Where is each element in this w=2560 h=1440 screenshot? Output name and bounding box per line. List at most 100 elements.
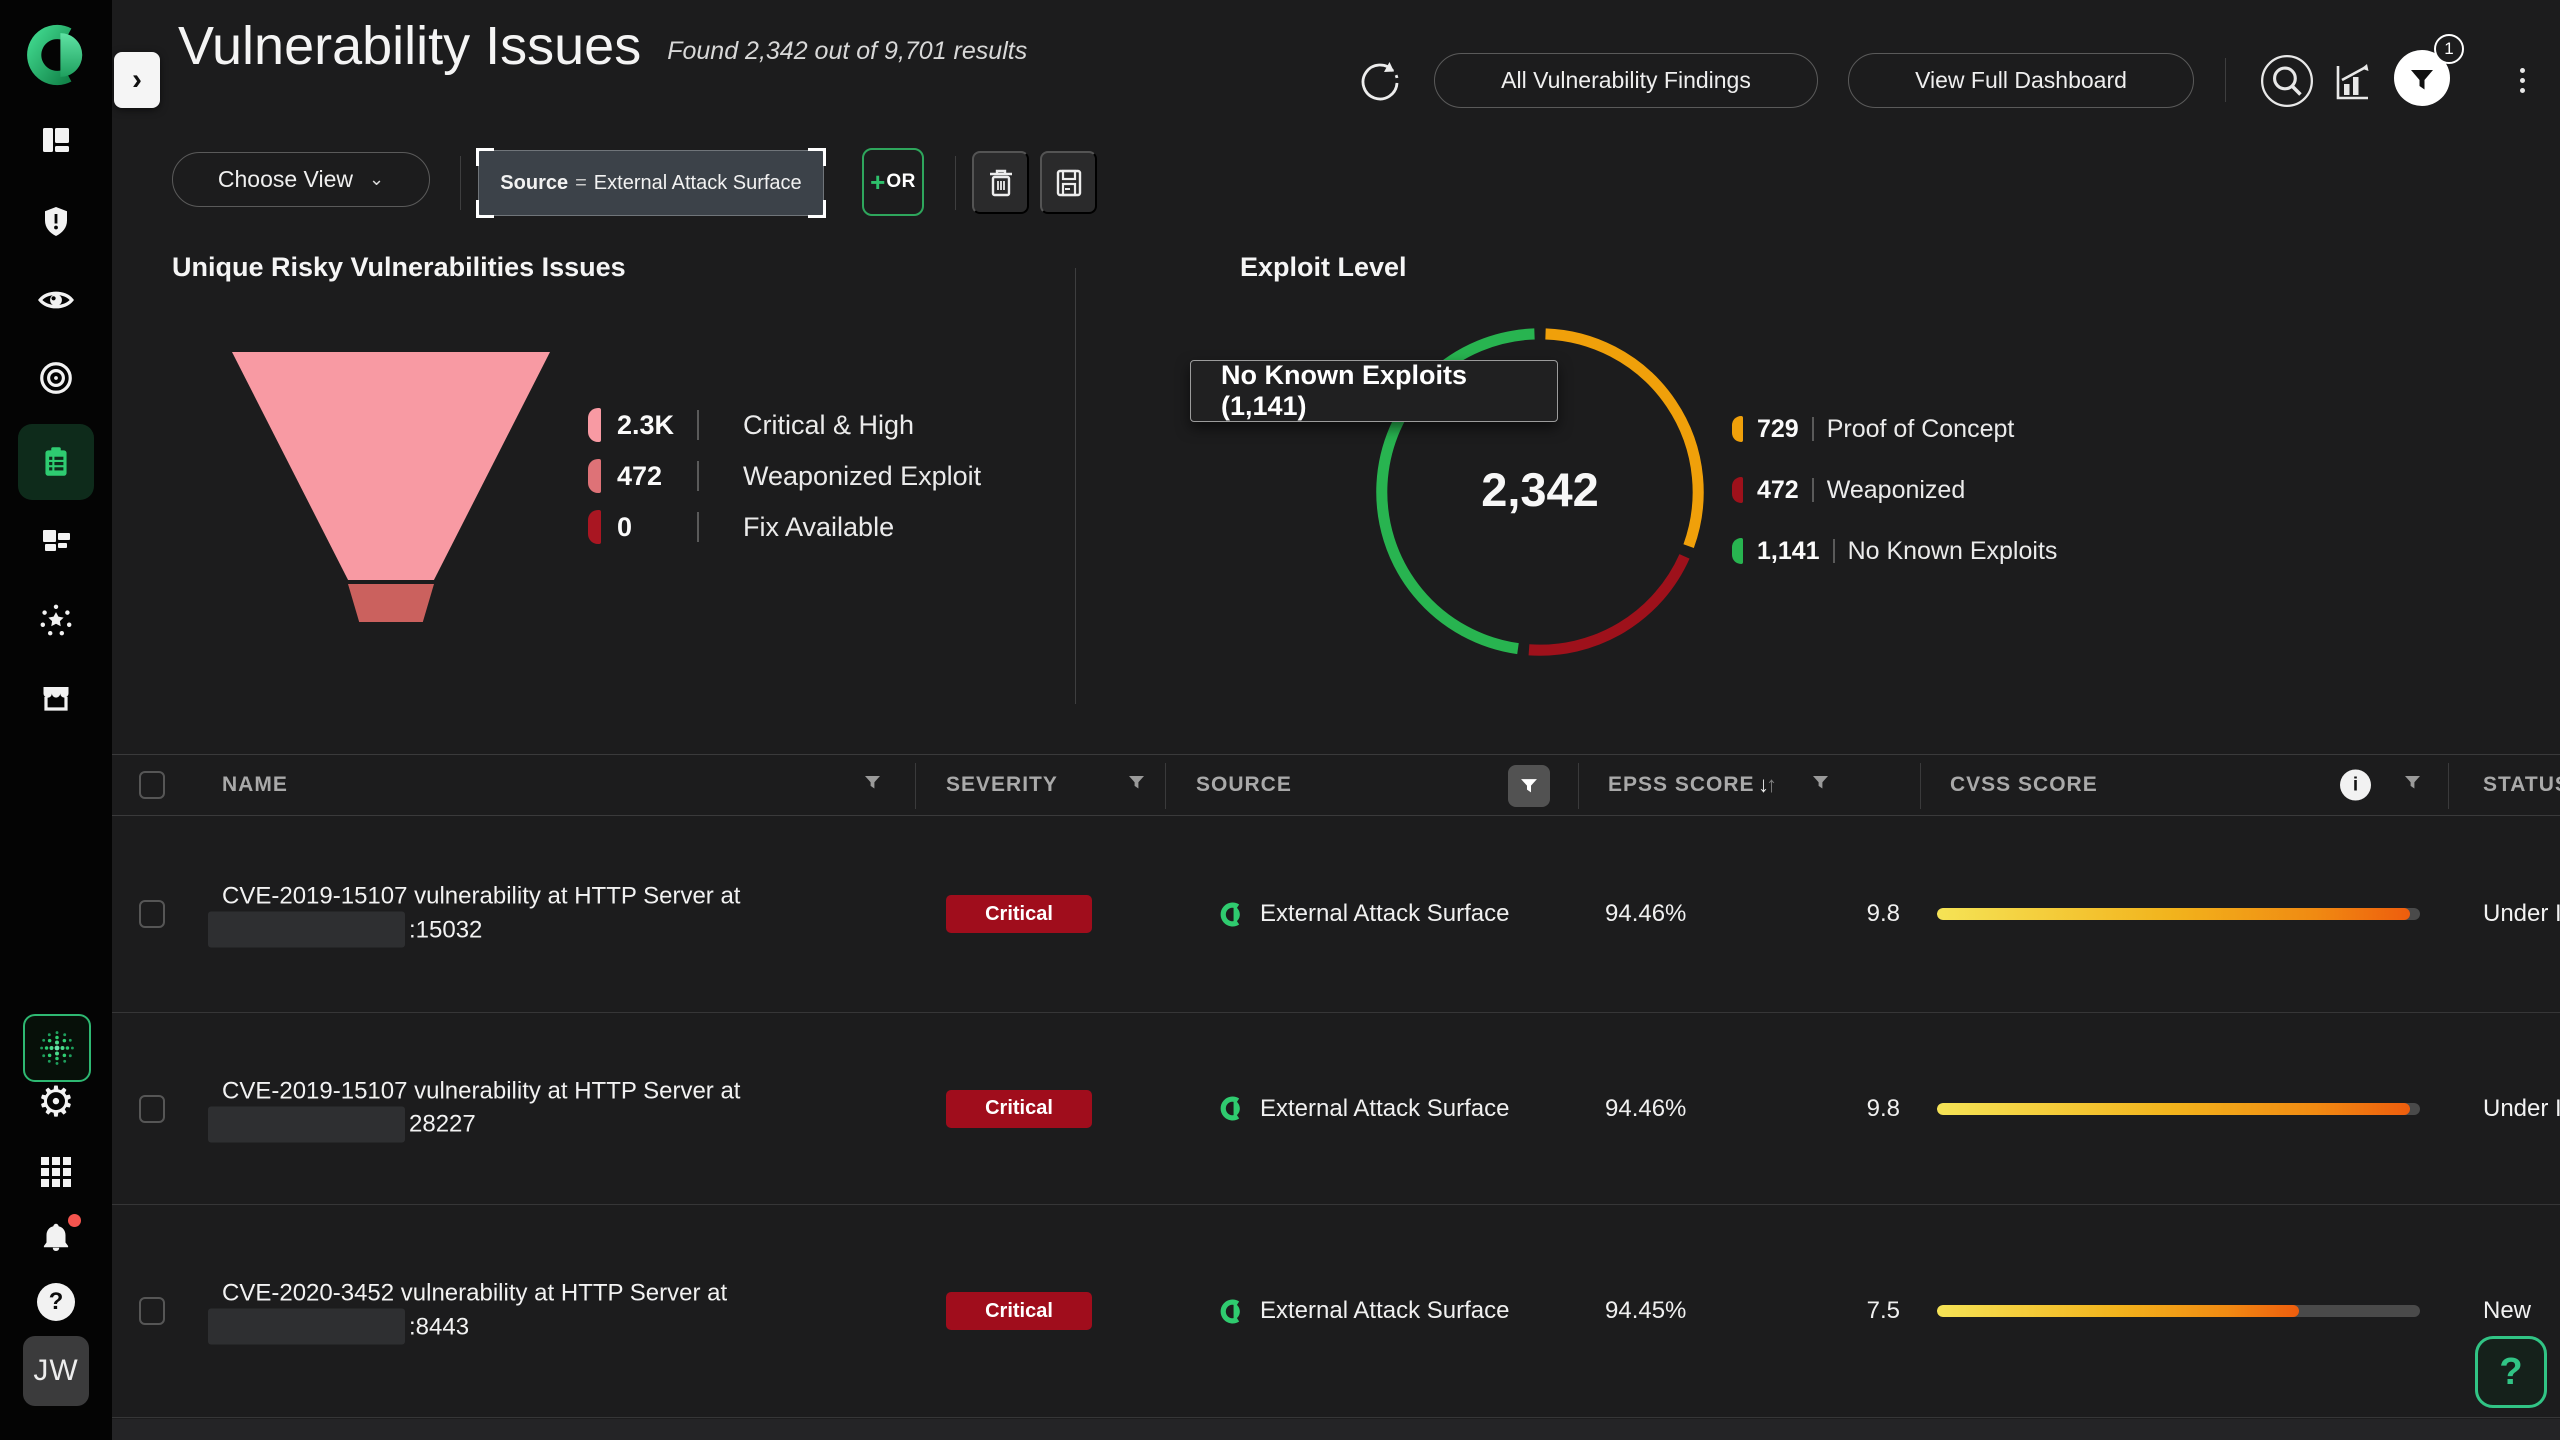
select-all-checkbox[interactable] bbox=[139, 771, 165, 799]
eye-icon[interactable] bbox=[0, 270, 112, 330]
help-icon[interactable]: ? bbox=[0, 1272, 112, 1332]
save-floppy-icon bbox=[1051, 165, 1087, 201]
help-floating-button[interactable]: ? bbox=[2475, 1336, 2547, 1408]
all-vulnerability-findings-button[interactable]: All Vulnerability Findings bbox=[1434, 53, 1818, 108]
legend-marker bbox=[588, 408, 601, 442]
shield-alert-icon[interactable] bbox=[0, 192, 112, 252]
cvss-score-bar bbox=[1937, 908, 2420, 920]
vulnerability-name[interactable]: CVE-2019-15107 vulnerability at HTTP Ser… bbox=[222, 1075, 740, 1142]
save-view-button[interactable] bbox=[1040, 151, 1097, 214]
filter-divider bbox=[460, 156, 461, 210]
chip-operator: = bbox=[575, 172, 587, 195]
column-header-name[interactable]: NAME bbox=[222, 773, 288, 797]
column-header-cvss[interactable]: CVSS SCORE bbox=[1950, 773, 2098, 797]
name-filter-icon[interactable] bbox=[864, 775, 881, 795]
layout-icon[interactable] bbox=[0, 110, 112, 170]
table-header: NAME SEVERITY SOURCE EPSS SCORE ↓↑ CVSS … bbox=[112, 754, 2560, 816]
view-full-dashboard-button[interactable]: View Full Dashboard bbox=[1848, 53, 2194, 108]
sidebar-item-vulnerabilities-active[interactable] bbox=[18, 424, 94, 500]
target-icon[interactable] bbox=[0, 348, 112, 408]
cvss-filter-icon[interactable] bbox=[2404, 775, 2421, 795]
source-cell: External Attack Surface bbox=[1218, 1297, 1509, 1325]
expand-panel-button[interactable]: › bbox=[114, 52, 160, 108]
funnel-segment-weaponized[interactable] bbox=[348, 584, 434, 622]
funnel-segment-critical-high[interactable] bbox=[232, 352, 550, 580]
header-divider bbox=[2225, 58, 2226, 102]
severity-filter-icon[interactable] bbox=[1128, 775, 1145, 795]
cvss-score: 9.8 bbox=[1812, 1095, 1900, 1123]
sidebar: ⚙ ? JW bbox=[0, 0, 112, 1440]
epss-score: 94.45% bbox=[1605, 1297, 1686, 1325]
redacted-host bbox=[208, 1309, 405, 1345]
chart-view-button[interactable] bbox=[2330, 60, 2374, 104]
notification-dot bbox=[68, 1214, 81, 1227]
legend-marker bbox=[588, 459, 601, 493]
vulnerability-name[interactable]: CVE-2020-3452 vulnerability at HTTP Serv… bbox=[222, 1278, 727, 1345]
sort-icon[interactable]: ↓↑ bbox=[1758, 772, 1774, 798]
column-header-source[interactable]: SOURCE bbox=[1196, 773, 1292, 797]
row-checkbox[interactable] bbox=[139, 900, 165, 928]
add-or-condition-button[interactable]: + OR bbox=[862, 148, 924, 216]
legend-marker bbox=[1732, 416, 1743, 442]
column-header-severity[interactable]: SEVERITY bbox=[946, 773, 1058, 797]
table-row[interactable]: CVE-2019-15107 vulnerability at HTTP Ser… bbox=[112, 1013, 2560, 1205]
legend-marker bbox=[588, 510, 601, 544]
cvss-score-bar bbox=[1937, 1103, 2420, 1115]
chevron-down-icon: ⌄ bbox=[369, 169, 384, 190]
legend-item[interactable]: 472 Weaponized Exploit bbox=[588, 459, 981, 493]
legend-item[interactable]: 0 Fix Available bbox=[588, 510, 981, 544]
source-filter-active-icon[interactable] bbox=[1508, 765, 1550, 807]
vulnerability-name[interactable]: CVE-2019-15107 vulnerability at HTTP Ser… bbox=[222, 881, 740, 948]
row-checkbox[interactable] bbox=[139, 1095, 165, 1123]
search-button[interactable] bbox=[2258, 52, 2316, 110]
page-header: Vulnerability Issues Found 2,342 out of … bbox=[178, 14, 1027, 79]
notification-bell-icon[interactable] bbox=[0, 1208, 112, 1268]
row-checkbox[interactable] bbox=[139, 1297, 165, 1325]
legend-item[interactable]: 472 Weaponized bbox=[1732, 475, 2057, 505]
column-header-epss[interactable]: EPSS SCORE bbox=[1608, 773, 1755, 797]
bar-chart-icon bbox=[2330, 60, 2374, 104]
epss-score: 94.46% bbox=[1605, 900, 1686, 928]
source-cell: External Attack Surface bbox=[1218, 900, 1509, 928]
donut-tooltip: No Known Exploits (1,141) bbox=[1190, 360, 1558, 422]
user-avatar[interactable]: JW bbox=[23, 1336, 89, 1406]
choose-view-dropdown[interactable]: Choose View ⌄ bbox=[172, 152, 430, 207]
donut-total: 2,342 bbox=[1440, 462, 1640, 517]
severity-badge: Critical bbox=[946, 1090, 1092, 1128]
cvss-score-bar bbox=[1937, 1305, 2420, 1317]
legend-item[interactable]: 1,141 No Known Exploits bbox=[1732, 536, 2057, 566]
page-title: Vulnerability Issues bbox=[178, 14, 641, 79]
sparkle-icon[interactable] bbox=[0, 590, 112, 650]
chip-value: External Attack Surface bbox=[594, 172, 802, 195]
refresh-button[interactable] bbox=[1356, 56, 1404, 104]
horizontal-scroll-strip[interactable] bbox=[112, 1419, 2560, 1440]
kebab-menu-icon[interactable] bbox=[2512, 58, 2532, 102]
expand-chevron-icon: › bbox=[132, 63, 142, 97]
settings-gear-icon[interactable]: ⚙ bbox=[0, 1072, 112, 1132]
results-summary: Found 2,342 out of 9,701 results bbox=[667, 37, 1027, 66]
blocks-icon[interactable] bbox=[0, 510, 112, 570]
source-cell: External Attack Surface bbox=[1218, 1095, 1509, 1123]
app-grid-icon[interactable] bbox=[0, 1142, 112, 1202]
status-cell: Under I bbox=[2483, 900, 2560, 928]
chip-field: Source bbox=[500, 172, 568, 195]
table-row[interactable]: CVE-2019-15107 vulnerability at HTTP Ser… bbox=[112, 816, 2560, 1013]
column-header-status[interactable]: STATUS bbox=[2483, 773, 2560, 797]
storefront-icon[interactable] bbox=[0, 668, 112, 728]
panel-divider bbox=[1075, 268, 1076, 704]
donut-legend: 729 Proof of Concept 472 Weaponized 1,14… bbox=[1732, 414, 2057, 597]
legend-item[interactable]: 2.3K Critical & High bbox=[588, 408, 981, 442]
filter-chip-source[interactable]: Source = External Attack Surface bbox=[478, 150, 824, 216]
redacted-host bbox=[208, 1106, 405, 1142]
clipboard-list-icon bbox=[37, 443, 75, 481]
brand-logo[interactable] bbox=[0, 12, 112, 98]
status-cell: Under I bbox=[2483, 1095, 2560, 1123]
epss-filter-icon[interactable] bbox=[1812, 775, 1829, 795]
delete-filter-button[interactable] bbox=[972, 151, 1029, 214]
info-icon[interactable]: i bbox=[2340, 770, 2371, 801]
table-row[interactable]: CVE-2020-3452 vulnerability at HTTP Serv… bbox=[112, 1205, 2560, 1418]
external-attack-surface-icon bbox=[1218, 901, 1245, 928]
gear-glyph: ⚙ bbox=[37, 1081, 75, 1123]
legend-item[interactable]: 729 Proof of Concept bbox=[1732, 414, 2057, 444]
epss-score: 94.46% bbox=[1605, 1095, 1686, 1123]
